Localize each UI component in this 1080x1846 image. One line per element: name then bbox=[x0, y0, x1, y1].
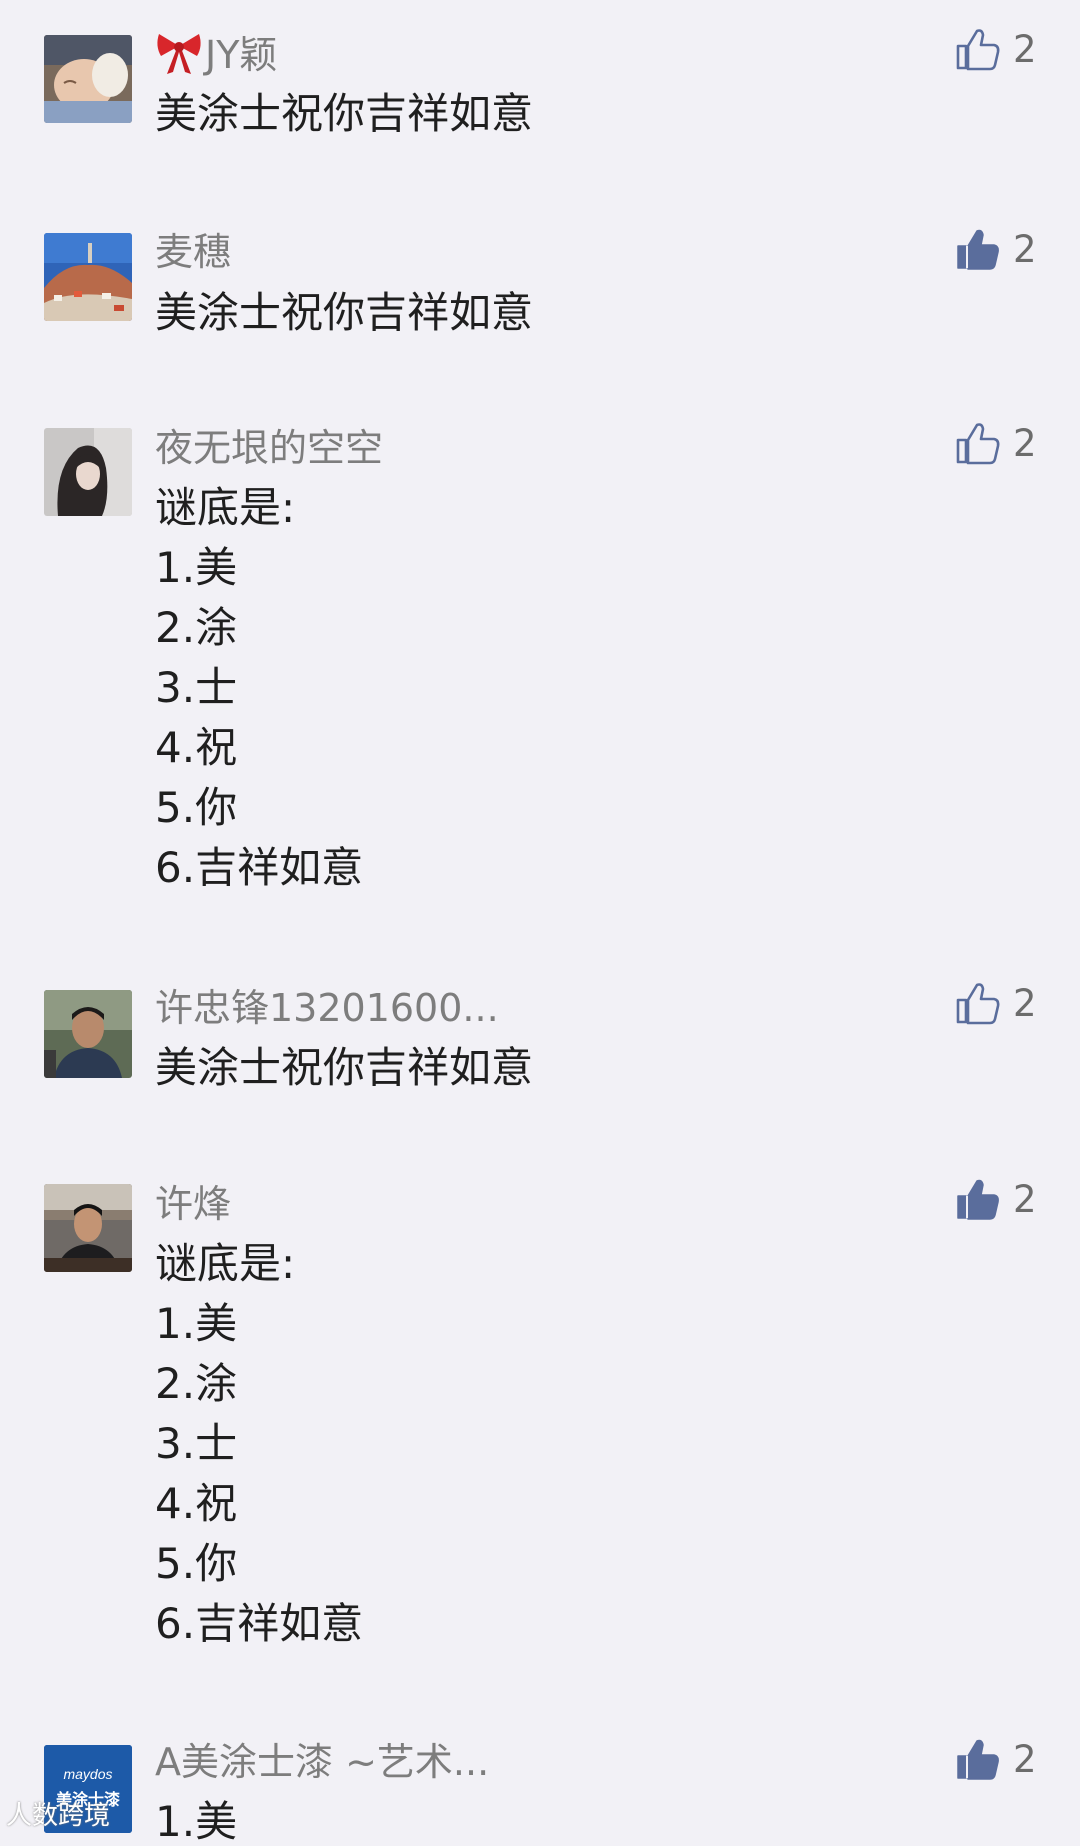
comment-author[interactable]: 夜无垠的空空 bbox=[155, 426, 383, 470]
man-portrait-avatar-image bbox=[44, 990, 132, 1078]
watermark: 人数跨境 bbox=[6, 1801, 111, 1831]
thumbs-up-filled-icon bbox=[957, 1739, 999, 1780]
thumbs-up-outline-icon bbox=[956, 983, 1000, 1025]
avatar[interactable] bbox=[44, 233, 132, 321]
comment-text: 6.吉祥如意 bbox=[155, 1599, 364, 1648]
thumbs-up-filled-icon bbox=[957, 1179, 999, 1220]
like-count: 2 bbox=[1013, 1738, 1037, 1781]
avatar[interactable] bbox=[44, 428, 132, 516]
comment-text: 5.你 bbox=[155, 1539, 238, 1588]
like-count: 2 bbox=[1013, 1178, 1037, 1221]
comment-text: 谜底是: bbox=[155, 1239, 296, 1288]
bow-icon bbox=[157, 34, 201, 74]
comment-text: 3.士 bbox=[155, 1419, 238, 1468]
comment-text: 4.祝 bbox=[155, 1479, 238, 1528]
comment-text: 1.美 bbox=[155, 543, 238, 592]
thumbs-up-outline-icon bbox=[956, 423, 1000, 465]
man-restaurant-avatar-image bbox=[44, 1184, 132, 1272]
girl-portrait-avatar-image bbox=[44, 428, 132, 516]
comment-text: 5.你 bbox=[155, 783, 238, 832]
like-count: 2 bbox=[1013, 982, 1037, 1025]
logo-brand-text: maydos bbox=[63, 1766, 112, 1782]
like-button[interactable]: 2 bbox=[955, 26, 1065, 76]
comment-text: 4.祝 bbox=[155, 723, 238, 772]
comment-text: 美涂士祝你吉祥如意 bbox=[155, 288, 534, 337]
comment-author[interactable]: JY颖 bbox=[155, 30, 277, 77]
avatar[interactable] bbox=[44, 1184, 132, 1272]
avatar[interactable] bbox=[44, 990, 132, 1078]
like-button[interactable]: 2 bbox=[955, 226, 1065, 276]
comment-author[interactable]: 麦穗 bbox=[155, 230, 231, 274]
avatar[interactable] bbox=[44, 35, 132, 123]
hill-town-avatar-image bbox=[44, 233, 132, 321]
comment-text: 2.涂 bbox=[155, 1359, 238, 1408]
comment-text: 1.美 bbox=[155, 1797, 238, 1846]
comment-text: 美涂士祝你吉祥如意 bbox=[155, 89, 534, 138]
like-count: 2 bbox=[1013, 228, 1037, 271]
comment-text: 1.美 bbox=[155, 1299, 238, 1348]
comment-author[interactable]: A美涂士漆 ~艺术... bbox=[155, 1740, 489, 1784]
like-count: 2 bbox=[1013, 28, 1037, 71]
comment-text: 谜底是: bbox=[155, 483, 296, 532]
thumbs-up-outline-icon bbox=[956, 29, 1000, 71]
thumbs-up-filled-icon bbox=[957, 229, 999, 270]
like-button[interactable]: 2 bbox=[955, 1176, 1065, 1226]
comment-author[interactable]: 许烽 bbox=[155, 1182, 231, 1226]
like-count: 2 bbox=[1013, 422, 1037, 465]
comment-author[interactable]: 许忠锋13201600... bbox=[155, 986, 499, 1030]
comment-text: 3.士 bbox=[155, 663, 238, 712]
comment-text: 美涂士祝你吉祥如意 bbox=[155, 1043, 534, 1092]
like-button[interactable]: 2 bbox=[955, 420, 1065, 470]
baby-photo-avatar-image bbox=[44, 35, 132, 123]
comment-text: 6.吉祥如意 bbox=[155, 843, 364, 892]
like-button[interactable]: 2 bbox=[955, 980, 1065, 1030]
like-button[interactable]: 2 bbox=[955, 1736, 1065, 1786]
comment-text: 2.涂 bbox=[155, 603, 238, 652]
author-name: JY颖 bbox=[205, 33, 278, 77]
